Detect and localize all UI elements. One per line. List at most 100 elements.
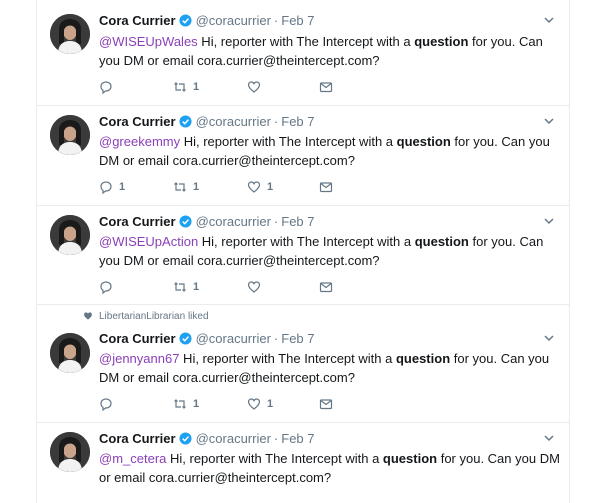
retweet-button[interactable]: 1 bbox=[173, 80, 199, 94]
reply-icon bbox=[100, 181, 112, 194]
direct-message-button[interactable] bbox=[319, 397, 333, 411]
retweet-icon bbox=[174, 82, 186, 92]
like-count: 1 bbox=[267, 398, 274, 410]
tweet-date[interactable]: Feb 7 bbox=[281, 214, 314, 229]
retweet-button[interactable]: 1 bbox=[173, 397, 199, 411]
tweet-text-part: Hi, reporter with The Intercept with a bbox=[166, 451, 383, 466]
like-button[interactable] bbox=[247, 80, 267, 94]
heart-icon bbox=[247, 81, 261, 93]
social-context: LibertarianLibrarian liked bbox=[83, 309, 209, 323]
envelope-icon bbox=[319, 399, 333, 410]
tweet-header: Cora Currier @coracurrier · Feb 7 bbox=[99, 213, 315, 229]
author-handle[interactable]: @coracurrier bbox=[196, 431, 271, 446]
mention-link[interactable]: @m_cetera bbox=[99, 451, 166, 466]
reply-icon bbox=[100, 81, 112, 94]
tweet-header: Cora Currier @coracurrier · Feb 7 bbox=[99, 330, 315, 346]
tweet-date[interactable]: Feb 7 bbox=[281, 114, 314, 129]
like-count: 1 bbox=[267, 181, 274, 193]
tweet-date[interactable]: Feb 7 bbox=[281, 431, 314, 446]
direct-message-button[interactable] bbox=[319, 80, 333, 94]
tweet-date[interactable]: Feb 7 bbox=[281, 13, 314, 28]
verified-badge-icon bbox=[179, 331, 192, 345]
retweet-icon bbox=[174, 282, 186, 292]
tweet-text-bold: question bbox=[382, 451, 438, 466]
author-handle[interactable]: @coracurrier bbox=[196, 331, 271, 346]
verified-badge-icon bbox=[179, 431, 192, 445]
chevron-down-icon[interactable] bbox=[543, 14, 555, 26]
retweet-icon bbox=[174, 182, 186, 192]
like-button[interactable]: 1 bbox=[247, 397, 273, 411]
mention-link[interactable]: @WISEUpAction bbox=[99, 234, 198, 249]
author-name[interactable]: Cora Currier bbox=[99, 431, 176, 446]
tweet-text-bold: question bbox=[395, 351, 451, 366]
author-name[interactable]: Cora Currier bbox=[99, 13, 176, 28]
tweet-item[interactable]: Cora Currier @coracurrier · Feb 7 @WISEU… bbox=[37, 206, 569, 305]
avatar[interactable] bbox=[50, 333, 90, 373]
retweet-button[interactable]: 1 bbox=[173, 280, 199, 294]
liked-by-text[interactable]: LibertarianLibrarian liked bbox=[99, 311, 209, 322]
tweet-text-part: Hi, reporter with The Intercept with a bbox=[180, 134, 397, 149]
author-name[interactable]: Cora Currier bbox=[99, 114, 176, 129]
tweet-text-part: Hi, reporter with The Intercept with a bbox=[198, 234, 415, 249]
separator: · bbox=[273, 330, 279, 346]
heart-icon bbox=[247, 398, 261, 410]
tweet-date[interactable]: Feb 7 bbox=[281, 331, 314, 346]
retweet-count: 1 bbox=[193, 181, 200, 193]
tweet-text-part: Hi, reporter with The Intercept with a bbox=[197, 34, 415, 49]
direct-message-button[interactable] bbox=[319, 280, 333, 294]
like-button[interactable]: 1 bbox=[247, 180, 273, 194]
author-handle[interactable]: @coracurrier bbox=[196, 114, 271, 129]
avatar[interactable] bbox=[50, 432, 90, 472]
separator: · bbox=[273, 430, 279, 446]
retweet-count: 1 bbox=[193, 398, 200, 410]
envelope-icon bbox=[319, 282, 333, 293]
tweet-item[interactable]: LibertarianLibrarian liked Cora Currier … bbox=[37, 305, 569, 423]
mention-link[interactable]: @greekemmy bbox=[99, 134, 180, 149]
tweet-text: @WISEUpWales Hi, reporter with The Inter… bbox=[99, 32, 561, 70]
reply-button[interactable] bbox=[99, 80, 119, 94]
chevron-down-icon[interactable] bbox=[543, 432, 555, 444]
tweet-text-part: Hi, reporter with The Intercept with a bbox=[179, 351, 396, 366]
reply-button[interactable] bbox=[99, 397, 119, 411]
tweet-timeline: Cora Currier @coracurrier · Feb 7 @WISEU… bbox=[36, 0, 570, 503]
avatar[interactable] bbox=[50, 14, 90, 54]
separator: · bbox=[273, 12, 279, 28]
like-button[interactable] bbox=[247, 280, 267, 294]
tweet-header: Cora Currier @coracurrier · Feb 7 bbox=[99, 430, 315, 446]
avatar[interactable] bbox=[50, 215, 90, 255]
tweet-item[interactable]: Cora Currier @coracurrier · Feb 7 @WISEU… bbox=[37, 0, 569, 106]
reply-button[interactable] bbox=[99, 280, 119, 294]
tweet-item[interactable]: Cora Currier @coracurrier · Feb 7 @greek… bbox=[37, 106, 569, 206]
author-name[interactable]: Cora Currier bbox=[99, 214, 176, 229]
tweet-text: @m_cetera Hi, reporter with The Intercep… bbox=[99, 449, 561, 487]
reply-button[interactable]: 1 bbox=[99, 180, 125, 194]
tweet-text-bold: question bbox=[396, 134, 451, 149]
chevron-down-icon[interactable] bbox=[543, 332, 555, 344]
retweet-icon bbox=[174, 399, 186, 409]
author-handle[interactable]: @coracurrier bbox=[196, 13, 271, 28]
author-name[interactable]: Cora Currier bbox=[99, 331, 176, 346]
chevron-down-icon[interactable] bbox=[543, 115, 555, 127]
retweet-button[interactable]: 1 bbox=[173, 180, 199, 194]
reply-count: 1 bbox=[119, 181, 126, 193]
author-handle[interactable]: @coracurrier bbox=[196, 214, 271, 229]
envelope-icon bbox=[319, 182, 333, 193]
direct-message-button[interactable] bbox=[319, 180, 333, 194]
mention-link[interactable]: @jennyann67 bbox=[99, 351, 179, 366]
tweet-text-bold: question bbox=[414, 234, 469, 249]
heart-icon bbox=[247, 181, 261, 193]
reply-icon bbox=[100, 398, 112, 411]
tweet-text: @greekemmy Hi, reporter with The Interce… bbox=[99, 132, 561, 170]
reply-icon bbox=[100, 281, 112, 294]
retweet-count: 1 bbox=[193, 81, 200, 93]
chevron-down-icon[interactable] bbox=[543, 215, 555, 227]
envelope-icon bbox=[319, 82, 333, 93]
tweet-text-bold: question bbox=[414, 34, 469, 49]
separator: · bbox=[273, 213, 279, 229]
separator: · bbox=[273, 113, 279, 129]
mention-link[interactable]: @WISEUpWales bbox=[99, 34, 198, 49]
tweet-item[interactable]: Cora Currier @coracurrier · Feb 7 @m_cet… bbox=[37, 423, 569, 503]
heart-icon bbox=[247, 281, 261, 293]
verified-badge-icon bbox=[179, 114, 192, 128]
avatar[interactable] bbox=[50, 115, 90, 155]
